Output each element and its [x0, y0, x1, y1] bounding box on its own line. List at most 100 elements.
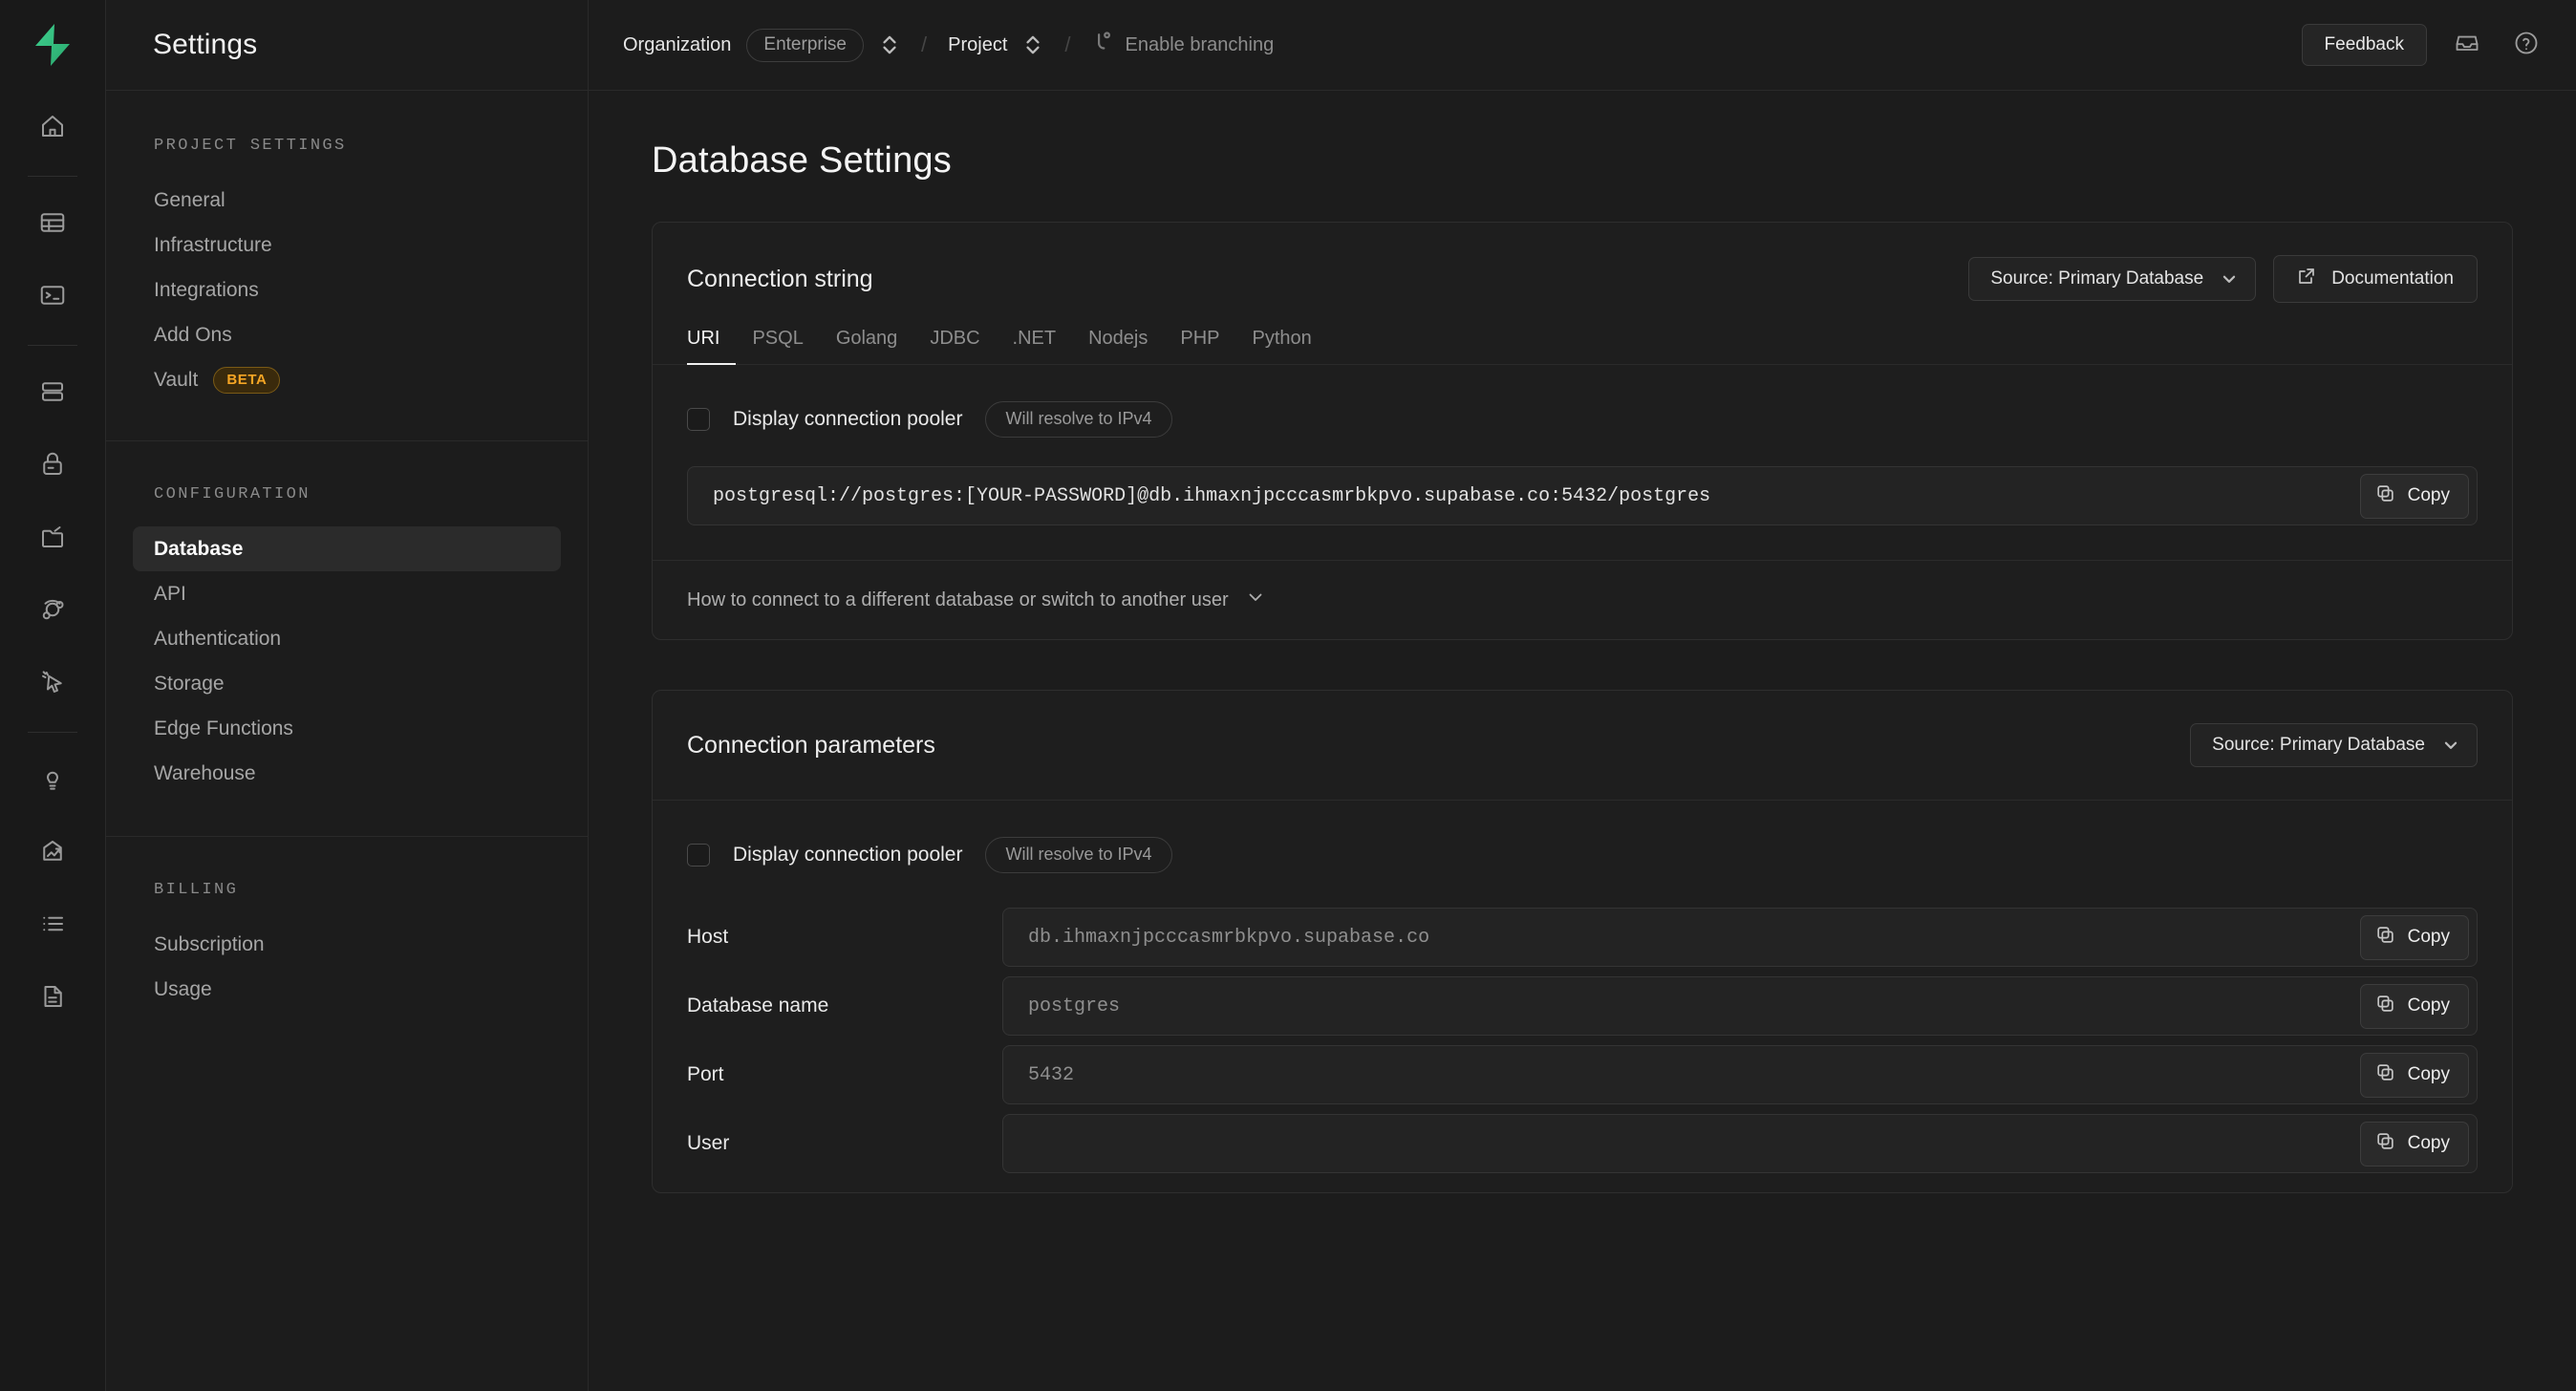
- connection-string-actions: Source: Primary Database Documentation: [1968, 255, 2478, 303]
- parameter-row-port: Port 5432 Copy: [687, 1045, 2478, 1104]
- feedback-button[interactable]: Feedback: [2301, 24, 2427, 66]
- organization-switcher-icon[interactable]: [879, 31, 900, 59]
- sidebar-item-warehouse[interactable]: Warehouse: [133, 751, 561, 796]
- realtime-icon: [38, 595, 67, 629]
- rail-item-advisors[interactable]: [23, 654, 82, 714]
- primary-icon-rail: [0, 0, 106, 1391]
- ipv4-badge: Will resolve to IPv4: [985, 401, 1172, 438]
- sidebar-group-label: BILLING: [154, 881, 239, 899]
- rail-item-integrations[interactable]: [23, 751, 82, 810]
- project-switcher-icon[interactable]: [1022, 31, 1043, 59]
- database-name-value: postgres: [1028, 995, 1121, 1017]
- copy-database-name-button[interactable]: Copy: [2359, 983, 2469, 1029]
- connection-string-tabs: URI PSQL Golang JDBC .NET Nodejs PHP Pyt…: [653, 303, 2512, 365]
- sidebar-item-label: Database: [154, 537, 244, 560]
- connection-parameters-pooler-row: Display connection pooler Will resolve t…: [653, 801, 2512, 873]
- sidebar-item-vault[interactable]: Vault BETA: [133, 357, 561, 402]
- sidebar-item-usage[interactable]: Usage: [133, 967, 561, 1012]
- breadcrumb-organization-label: Organization: [623, 33, 732, 55]
- sidebar-item-label: Infrastructure: [154, 233, 272, 256]
- tab-psql[interactable]: PSQL: [736, 328, 819, 365]
- rail-item-table-editor[interactable]: [23, 195, 82, 254]
- settings-sidebar: Settings PROJECT SETTINGS General Infras…: [106, 0, 589, 1391]
- connection-parameters-source-select[interactable]: Source: Primary Database: [2190, 723, 2478, 767]
- sidebar-item-label: Authentication: [154, 627, 282, 650]
- documentation-button[interactable]: Documentation: [2273, 255, 2478, 303]
- sidebar-item-label: API: [154, 582, 186, 605]
- tab-nodejs[interactable]: Nodejs: [1072, 328, 1164, 365]
- user-field[interactable]: Copy: [1002, 1114, 2478, 1173]
- copy-label: Copy: [2407, 1133, 2450, 1153]
- tab-php[interactable]: PHP: [1164, 328, 1235, 365]
- tab-dotnet[interactable]: .NET: [997, 328, 1073, 365]
- help-circle-icon: [2513, 30, 2540, 61]
- sidebar-item-general[interactable]: General: [133, 178, 561, 223]
- display-connection-pooler-checkbox[interactable]: [687, 408, 710, 431]
- sidebar-item-integrations[interactable]: Integrations: [133, 268, 561, 312]
- page-title: Database Settings: [652, 140, 952, 181]
- logs-icon: [38, 910, 67, 943]
- rail-item-reports[interactable]: [23, 824, 82, 883]
- how-to-connect-disclosure[interactable]: How to connect to a different database o…: [653, 560, 2512, 639]
- host-value: db.ihmaxnjpcccasmrbkpvo.supabase.co: [1028, 926, 1430, 949]
- connection-string-pooler-row: Display connection pooler Will resolve t…: [653, 365, 2512, 438]
- tab-jdbc[interactable]: JDBC: [913, 328, 996, 365]
- breadcrumb: Organization Enterprise / Project / Enab…: [623, 28, 1275, 62]
- help-button[interactable]: [2507, 26, 2545, 64]
- organization-chip[interactable]: Enterprise: [746, 28, 865, 62]
- display-connection-pooler-checkbox[interactable]: [687, 844, 710, 867]
- reports-icon: [38, 837, 67, 870]
- database-name-field[interactable]: postgres Copy: [1002, 976, 2478, 1036]
- inbox-button[interactable]: [2448, 26, 2486, 64]
- copy-user-button[interactable]: Copy: [2359, 1121, 2469, 1166]
- tab-python[interactable]: Python: [1236, 328, 1328, 365]
- sidebar-item-infrastructure[interactable]: Infrastructure: [133, 223, 561, 268]
- rail-item-database[interactable]: [23, 364, 82, 423]
- copy-host-button[interactable]: Copy: [2359, 914, 2469, 960]
- enable-branching-label: Enable branching: [1125, 33, 1275, 55]
- sidebar-item-label: Add Ons: [154, 323, 232, 346]
- connection-string-source-select[interactable]: Source: Primary Database: [1968, 257, 2257, 301]
- sidebar-item-label: Integrations: [154, 278, 259, 301]
- sidebar-group-billing: BILLING Subscription Usage: [106, 837, 588, 1012]
- rail-item-home[interactable]: [23, 98, 82, 158]
- display-connection-pooler-label[interactable]: Display connection pooler: [733, 408, 962, 431]
- rail-item-storage[interactable]: [23, 509, 82, 568]
- rail-item-authentication[interactable]: [23, 437, 82, 496]
- top-bar-actions: Feedback: [2301, 24, 2545, 66]
- rail-item-api-docs[interactable]: [23, 969, 82, 1028]
- sidebar-item-authentication[interactable]: Authentication: [133, 616, 561, 661]
- connection-parameters-list: Host db.ihmaxnjpcccasmrbkpvo.supabase.co…: [653, 873, 2512, 1192]
- sidebar-item-subscription[interactable]: Subscription: [133, 922, 561, 967]
- sidebar-item-database[interactable]: Database: [133, 526, 561, 571]
- display-connection-pooler-label[interactable]: Display connection pooler: [733, 844, 962, 867]
- sidebar-item-edge-functions[interactable]: Edge Functions: [133, 706, 561, 751]
- parameter-row-host: Host db.ihmaxnjpcccasmrbkpvo.supabase.co…: [687, 908, 2478, 967]
- copy-connection-string-button[interactable]: Copy: [2359, 473, 2469, 519]
- rail-item-logs[interactable]: [23, 896, 82, 955]
- breadcrumb-separator: /: [1064, 32, 1071, 56]
- copy-port-button[interactable]: Copy: [2359, 1052, 2469, 1098]
- page-content: Database Settings Connection string Sour…: [589, 91, 2576, 1391]
- port-value: 5432: [1028, 1063, 1075, 1086]
- tab-uri[interactable]: URI: [687, 328, 737, 365]
- app-root: Settings PROJECT SETTINGS General Infras…: [0, 0, 2576, 1391]
- sidebar-item-api[interactable]: API: [133, 571, 561, 616]
- sidebar-item-storage[interactable]: Storage: [133, 661, 561, 706]
- breadcrumb-separator: /: [921, 32, 928, 56]
- chevron-down-icon: [1246, 588, 1265, 612]
- enable-branching-button[interactable]: Enable branching: [1092, 30, 1275, 60]
- tab-golang[interactable]: Golang: [820, 328, 914, 365]
- parameter-row-user: User Copy: [687, 1114, 2478, 1173]
- connection-parameters-actions: Source: Primary Database: [2190, 723, 2478, 767]
- supabase-logo[interactable]: [23, 15, 82, 75]
- connection-string-field[interactable]: postgresql://postgres:[YOUR-PASSWORD]@db…: [687, 466, 2478, 525]
- copy-icon: [2375, 925, 2395, 951]
- connection-string-value: postgresql://postgres:[YOUR-PASSWORD]@db…: [713, 484, 1711, 507]
- rail-item-sql-editor[interactable]: [23, 268, 82, 327]
- port-field[interactable]: 5432 Copy: [1002, 1045, 2478, 1104]
- host-field[interactable]: db.ihmaxnjpcccasmrbkpvo.supabase.co Copy: [1002, 908, 2478, 967]
- rail-item-realtime[interactable]: [23, 582, 82, 641]
- external-link-icon: [2297, 267, 2316, 291]
- sidebar-item-add-ons[interactable]: Add Ons: [133, 312, 561, 357]
